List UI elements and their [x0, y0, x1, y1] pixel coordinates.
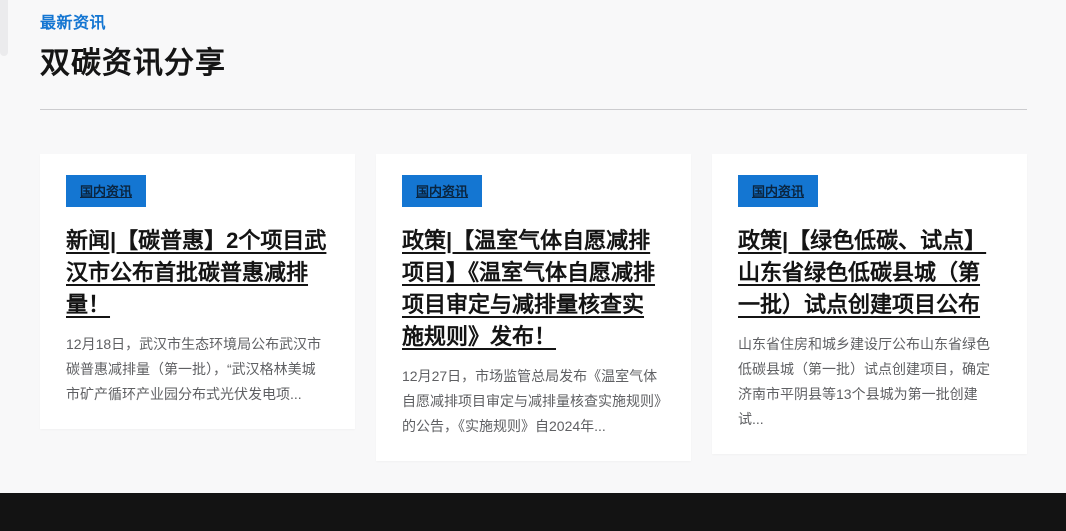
- page-title: 双碳资讯分享: [40, 38, 1027, 82]
- article-title-link[interactable]: 新闻|【碳普惠】2个项目武汉市公布首批碳普惠减排量！: [66, 228, 326, 317]
- category-badge[interactable]: 国内资讯: [66, 175, 146, 207]
- article-title-link[interactable]: 政策|【绿色低碳、试点】山东省绿色低碳县城（第一批）试点创建项目公布: [738, 228, 986, 317]
- footer-bar: [0, 493, 1066, 531]
- section-divider: [40, 109, 1027, 110]
- article-title: 政策|【温室气体自愿减排项目】《温室气体自愿减排项目审定与减排量核查实施规则》发…: [402, 225, 665, 353]
- scrollbar-thumb[interactable]: [0, 0, 8, 56]
- news-page: 最新资讯 双碳资讯分享 国内资讯 新闻|【碳普惠】2个项目武汉市公布首批碳普惠减…: [0, 0, 1066, 531]
- content-container: 最新资讯 双碳资讯分享 国内资讯 新闻|【碳普惠】2个项目武汉市公布首批碳普惠减…: [40, 0, 1027, 461]
- article-excerpt: 12月18日，武汉市生态环境局公布武汉市碳普惠减排量（第一批），“武汉格林美城市…: [66, 332, 329, 407]
- category-badge[interactable]: 国内资讯: [402, 175, 482, 207]
- article-excerpt: 12月27日，市场监管总局发布《温室气体自愿减排项目审定与减排量核查实施规则》的…: [402, 364, 665, 439]
- news-card[interactable]: 国内资讯 新闻|【碳普惠】2个项目武汉市公布首批碳普惠减排量！ 12月18日，武…: [40, 154, 355, 429]
- article-title: 新闻|【碳普惠】2个项目武汉市公布首批碳普惠减排量！: [66, 225, 329, 321]
- article-title-link[interactable]: 政策|【温室气体自愿减排项目】《温室气体自愿减排项目审定与减排量核查实施规则》发…: [402, 228, 655, 349]
- news-card-grid: 国内资讯 新闻|【碳普惠】2个项目武汉市公布首批碳普惠减排量！ 12月18日，武…: [40, 154, 1027, 461]
- article-excerpt: 山东省住房和城乡建设厅公布山东省绿色低碳县城（第一批）试点创建项目，确定济南市平…: [738, 332, 1001, 432]
- category-badge[interactable]: 国内资讯: [738, 175, 818, 207]
- section-eyebrow: 最新资讯: [40, 9, 1027, 33]
- news-card[interactable]: 国内资讯 政策|【绿色低碳、试点】山东省绿色低碳县城（第一批）试点创建项目公布 …: [712, 154, 1027, 454]
- news-card[interactable]: 国内资讯 政策|【温室气体自愿减排项目】《温室气体自愿减排项目审定与减排量核查实…: [376, 154, 691, 461]
- article-title: 政策|【绿色低碳、试点】山东省绿色低碳县城（第一批）试点创建项目公布: [738, 225, 1001, 321]
